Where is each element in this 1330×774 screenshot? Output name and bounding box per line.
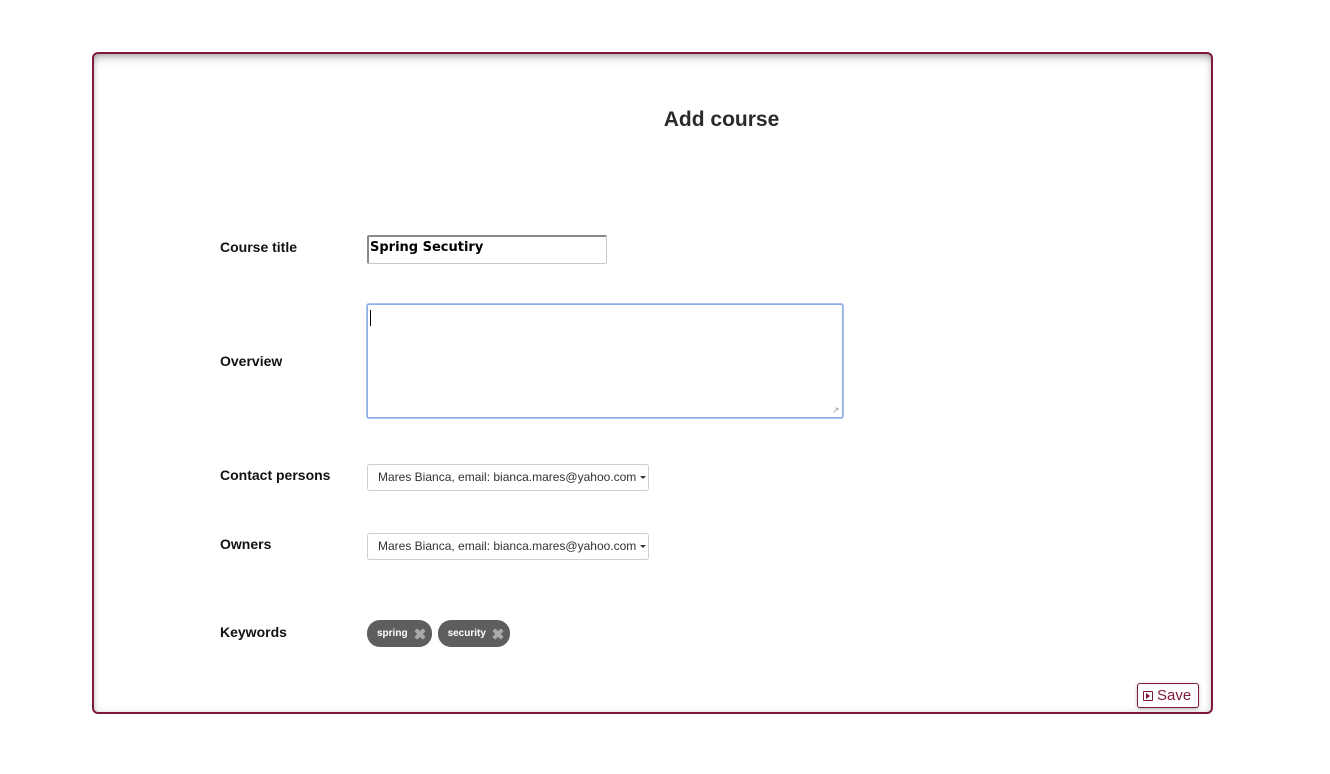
owners-dropdown[interactable]: Mares Bianca, email: bianca.mares@yahoo.…: [367, 533, 649, 560]
contact-persons-label: Contact persons: [220, 467, 331, 483]
contact-persons-dropdown[interactable]: Mares Bianca, email: bianca.mares@yahoo.…: [367, 464, 649, 491]
page-title: Add course: [663, 108, 780, 131]
chevron-down-icon: [640, 476, 647, 480]
add-course-card: Add course Course title Spring Secutiry …: [92, 52, 1213, 714]
text-caret: [370, 310, 371, 326]
save-button[interactable]: Save: [1137, 683, 1199, 708]
course-title-input[interactable]: Spring Secutiry: [367, 235, 607, 264]
remove-tag-icon[interactable]: [414, 628, 426, 640]
owners-selected: Mares Bianca, email: bianca.mares@yahoo.…: [378, 539, 637, 553]
remove-tag-icon[interactable]: [492, 628, 504, 640]
keyword-tag: spring: [367, 620, 432, 647]
contact-persons-selected: Mares Bianca, email: bianca.mares@yahoo.…: [378, 470, 637, 484]
owners-label: Owners: [220, 536, 272, 552]
course-title-label: Course title: [220, 239, 298, 255]
keywords-tag-list: spring security: [367, 620, 510, 647]
overview-label: Overview: [220, 353, 283, 369]
keyword-tag-label: spring: [377, 628, 408, 639]
resize-grip-icon[interactable]: ↗: [832, 406, 840, 415]
chevron-down-icon: [640, 545, 647, 549]
keyword-tag: security: [437, 620, 510, 647]
keyword-tag-label: security: [447, 628, 486, 639]
keywords-label: Keywords: [220, 624, 287, 640]
save-button-label: Save: [1157, 687, 1192, 704]
overview-textarea[interactable]: [367, 304, 843, 418]
play-square-icon: [1143, 690, 1153, 701]
